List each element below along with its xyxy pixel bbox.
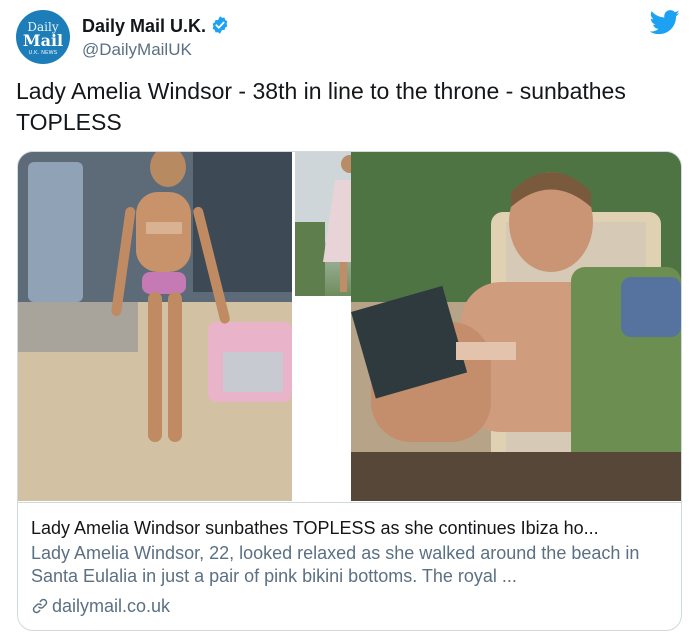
card-title[interactable]: Lady Amelia Windsor sunbathes TOPLESS as… [31,517,671,539]
account-handle[interactable]: @DailyMailUK [82,40,192,60]
card-media-collage[interactable] [18,152,681,501]
display-name[interactable]: Daily Mail U.K. [82,16,206,36]
avatar-logo-line3: U.K. NEWS [28,50,58,56]
card-photo-sun-lounger [351,152,681,501]
avatar[interactable]: Daily Mail U.K. NEWS [16,10,70,64]
display-name-row[interactable]: Daily Mail U.K. [82,15,230,40]
card-text-area[interactable]: Lady Amelia Windsor sunbathes TOPLESS as… [18,502,681,630]
tweet-header: Daily Mail U.K. NEWS Daily Mail U.K. @Da… [16,10,686,66]
card-domain-row[interactable]: dailymail.co.uk [31,595,170,617]
link-icon [31,596,52,616]
avatar-logo-line1: Daily [27,20,59,34]
twitter-bird-icon[interactable] [649,10,680,40]
card-description: Lady Amelia Windsor, 22, looked relaxed … [31,543,640,586]
link-preview-card[interactable]: Lady Amelia Windsor sunbathes TOPLESS as… [17,151,682,631]
tweet-text: Lady Amelia Windsor - 38th in line to th… [16,78,626,135]
avatar-logo-line2: Mail [22,31,64,50]
card-photo-beach-walk [18,152,292,501]
card-domain[interactable]: dailymail.co.uk [52,596,170,616]
verified-badge-icon [210,15,230,40]
